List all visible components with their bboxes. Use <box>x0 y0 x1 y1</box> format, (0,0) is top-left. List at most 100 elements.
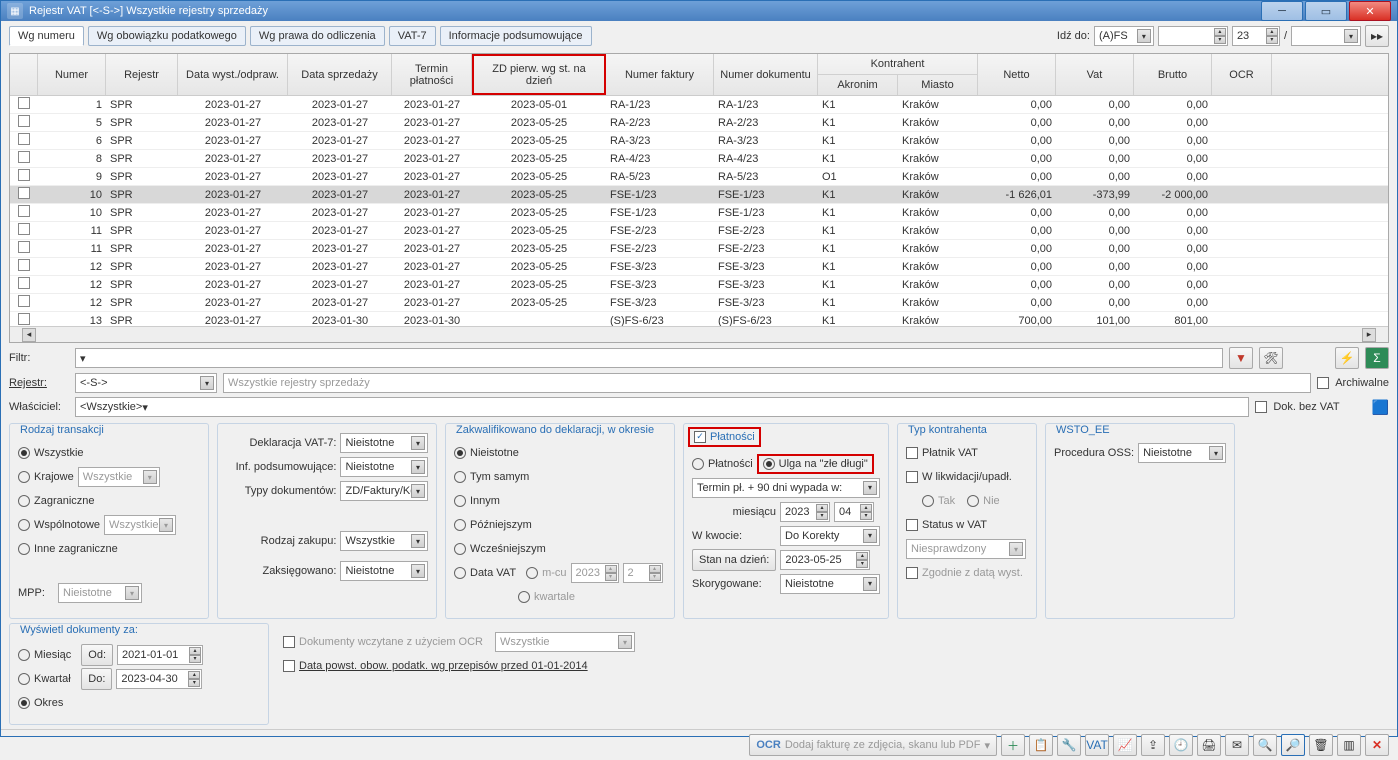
krajowe-combo[interactable]: Wszystkie▾ <box>78 467 160 487</box>
export-icon[interactable]: ⇪ <box>1141 734 1165 756</box>
archiwalne-checkbox[interactable] <box>1317 377 1329 389</box>
radio-zagraniczne[interactable] <box>18 495 30 507</box>
mail-icon[interactable]: ✉ <box>1225 734 1249 756</box>
radio-okres[interactable] <box>18 697 30 709</box>
goto-type-combo[interactable]: (A)FS▾ <box>1094 26 1154 46</box>
col-vat[interactable]: Vat <box>1056 54 1134 95</box>
sum-icon[interactable]: Σ <box>1365 347 1389 369</box>
inf-podsum-combo[interactable]: Nieistotne▾ <box>340 457 428 477</box>
tab-wg-numeru[interactable]: Wg numeru <box>9 26 84 46</box>
dok-bez-vat-checkbox[interactable] <box>1255 401 1267 413</box>
zoom-doc-icon[interactable]: 🔎 <box>1281 734 1305 756</box>
od-button[interactable]: Od: <box>81 644 113 666</box>
col-brutto[interactable]: Brutto <box>1134 54 1212 95</box>
radio-kwartal[interactable] <box>18 673 30 685</box>
stan-date[interactable]: 2023-05-25▴▾ <box>780 550 870 570</box>
mies-m[interactable]: 04▴▾ <box>834 502 874 522</box>
radio-wspolnotowe[interactable] <box>18 519 30 531</box>
filter-funnel-icon[interactable]: ▼ <box>1229 347 1253 369</box>
filter-wrench-icon[interactable]: 🛠 <box>1259 347 1283 369</box>
radio-platnosci[interactable] <box>692 458 704 470</box>
info-icon[interactable]: 🟦 <box>1372 399 1389 416</box>
mies-year[interactable]: 2023▴▾ <box>780 502 830 522</box>
stan-na-dzien-button[interactable]: Stan na dzień: <box>692 549 776 571</box>
ocr-loaded-checkbox[interactable] <box>283 636 295 648</box>
zoom-icon[interactable]: 🔍 <box>1253 734 1277 756</box>
table-row[interactable]: 10SPR2023-01-272023-01-272023-01-272023-… <box>10 186 1388 204</box>
radio-innym[interactable] <box>454 495 466 507</box>
platnosci-checkbox[interactable] <box>694 431 706 443</box>
ocr-hint[interactable]: OCRDodaj fakturę ze zdjęcia, skanu lub P… <box>749 734 997 756</box>
close-button[interactable]: ✕ <box>1349 1 1391 21</box>
col-nf[interactable]: Numer faktury <box>606 54 714 95</box>
tab-wg-prawa[interactable]: Wg prawa do odliczenia <box>250 26 385 46</box>
hscrollbar[interactable]: ◂▸ <box>10 326 1388 342</box>
wspol-combo[interactable]: Wszystkie▾ <box>104 515 176 535</box>
table-row[interactable]: 9SPR2023-01-272023-01-272023-01-272023-0… <box>10 168 1388 186</box>
columns-icon[interactable]: ▥ <box>1337 734 1361 756</box>
ocr-combo[interactable]: Wszystkie▾ <box>495 632 635 652</box>
cancel-icon[interactable]: ✕ <box>1365 734 1389 756</box>
goto-next-button[interactable]: ▸▸ <box>1365 25 1389 47</box>
trash-icon[interactable]: 🗑 <box>1309 734 1333 756</box>
rejestr-combo[interactable]: <-S->▾ <box>75 373 217 393</box>
status-vat-checkbox[interactable] <box>906 519 918 531</box>
tab-informacje[interactable]: Informacje podsumowujące <box>440 26 592 46</box>
table-row[interactable]: 11SPR2023-01-272023-01-272023-01-272023-… <box>10 222 1388 240</box>
do-date[interactable]: 2023-04-30▴▾ <box>116 669 202 689</box>
likwidacja-checkbox[interactable] <box>906 471 918 483</box>
col-nd[interactable]: Numer dokumentu <box>714 54 818 95</box>
datavat-m[interactable]: 2▴▾ <box>623 563 663 583</box>
col-data-sprz[interactable]: Data sprzedaży <box>288 54 392 95</box>
table-row[interactable]: 12SPR2023-01-272023-01-272023-01-272023-… <box>10 294 1388 312</box>
maximize-button[interactable]: ▭ <box>1305 1 1347 21</box>
radio-miesiac[interactable] <box>18 649 30 661</box>
col-ocr[interactable]: OCR <box>1212 54 1272 95</box>
tab-wg-obowiazku[interactable]: Wg obowiązku podatkowego <box>88 26 246 46</box>
vat-icon[interactable]: VAT <box>1085 734 1109 756</box>
goto-num[interactable]: 23▴▾ <box>1232 26 1280 46</box>
status-vat-combo[interactable]: Niesprawdzony▾ <box>906 539 1026 559</box>
table-row[interactable]: 12SPR2023-01-272023-01-272023-01-272023-… <box>10 276 1388 294</box>
table-row[interactable]: 1SPR2023-01-272023-01-272023-01-272023-0… <box>10 96 1388 114</box>
radio-krajowe[interactable] <box>18 471 30 483</box>
settings-icon[interactable]: 🔧 <box>1057 734 1081 756</box>
col-rejestr[interactable]: Rejestr <box>106 54 178 95</box>
rodzaj-zakupu-combo[interactable]: Wszystkie▾ <box>340 531 428 551</box>
tab-vat7[interactable]: VAT-7 <box>389 26 436 46</box>
goto-spin1[interactable]: ▴▾ <box>1158 26 1228 46</box>
col-kontrahent[interactable]: Kontrahent AkronimMiasto <box>818 54 978 95</box>
print-icon[interactable]: 🖨 <box>1197 734 1221 756</box>
data-powst-checkbox[interactable] <box>283 660 295 672</box>
datavat-year[interactable]: 2023▴▾ <box>571 563 619 583</box>
wkwocie-combo[interactable]: Do Korekty▾ <box>780 526 880 546</box>
clock-icon[interactable]: 🕘 <box>1169 734 1193 756</box>
filtr-combo[interactable]: ▾ <box>75 348 1223 368</box>
minimize-button[interactable]: ─ <box>1261 1 1303 21</box>
col-netto[interactable]: Netto <box>978 54 1056 95</box>
col-data-wyst[interactable]: Data wyst./odpraw. <box>178 54 288 95</box>
radio-tym-samym[interactable] <box>454 471 466 483</box>
od-date[interactable]: 2021-01-01▴▾ <box>117 645 203 665</box>
radio-wszystkie[interactable] <box>18 447 30 459</box>
typy-dok-combo[interactable]: ZD/Faktury/Kor▾ <box>340 481 428 501</box>
mpp-combo[interactable]: Nieistotne▾ <box>58 583 142 603</box>
add-icon[interactable]: ＋ <box>1001 734 1025 756</box>
table-row[interactable]: 6SPR2023-01-272023-01-272023-01-272023-0… <box>10 132 1388 150</box>
procedura-oss-combo[interactable]: Nieistotne▾ <box>1138 443 1226 463</box>
col-zd[interactable]: ZD pierw. wg st. na dzień <box>472 54 606 95</box>
do-button[interactable]: Do: <box>81 668 112 690</box>
table-row[interactable]: 8SPR2023-01-272023-01-272023-01-272023-0… <box>10 150 1388 168</box>
table-row[interactable]: 12SPR2023-01-272023-01-272023-01-272023-… <box>10 258 1388 276</box>
table-row[interactable]: 13SPR2023-01-272023-01-302023-01-30(S)FS… <box>10 312 1388 326</box>
platnik-vat-checkbox[interactable] <box>906 447 918 459</box>
col-numer[interactable]: Numer <box>38 54 106 95</box>
table-row[interactable]: 10SPR2023-01-272023-01-272023-01-272023-… <box>10 204 1388 222</box>
radio-inne-zagraniczne[interactable] <box>18 543 30 555</box>
radio-pozniejszym[interactable] <box>454 519 466 531</box>
wlasciciel-combo[interactable]: <Wszystkie>▾ <box>75 397 1249 417</box>
table-row[interactable]: 11SPR2023-01-272023-01-272023-01-272023-… <box>10 240 1388 258</box>
copy-icon[interactable]: 📋 <box>1029 734 1053 756</box>
radio-nieistotne[interactable] <box>454 447 466 459</box>
table-row[interactable]: 5SPR2023-01-272023-01-272023-01-272023-0… <box>10 114 1388 132</box>
